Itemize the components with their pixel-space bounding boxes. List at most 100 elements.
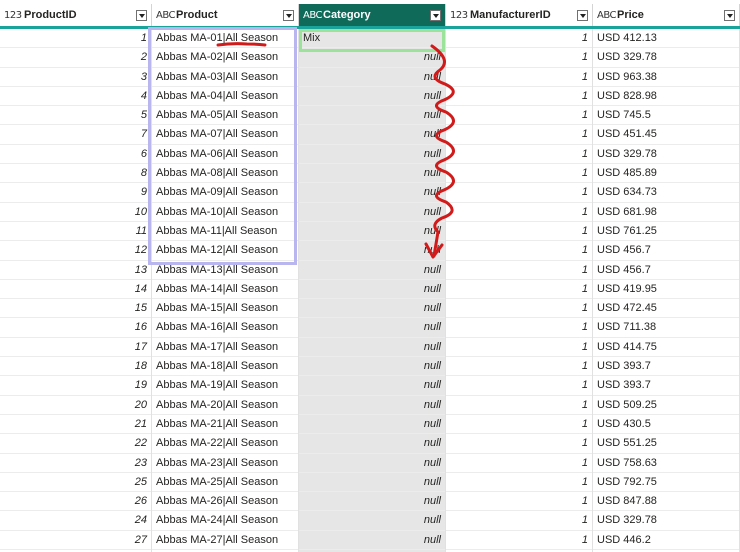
price-cell[interactable]: USD 430.5 xyxy=(593,415,739,435)
category-cell[interactable]: null xyxy=(299,125,445,145)
manufacturerid-cell[interactable]: 1 xyxy=(446,241,592,261)
manufacturerid-cell[interactable]: 1 xyxy=(446,318,592,338)
column-header-product[interactable]: ABC Product xyxy=(152,4,299,26)
productid-cell[interactable]: 15 xyxy=(0,299,151,319)
price-cell[interactable]: USD 681.98 xyxy=(593,203,739,222)
manufacturerid-cell[interactable]: 1 xyxy=(446,106,592,126)
category-cell[interactable]: null xyxy=(299,203,445,222)
filter-dropdown-icon[interactable] xyxy=(577,9,588,21)
manufacturerid-cell[interactable]: 1 xyxy=(446,338,592,358)
category-cell[interactable]: null xyxy=(299,415,445,435)
product-cell[interactable]: Abbas MA-19|All Season xyxy=(152,376,298,396)
manufacturerid-cell[interactable]: 1 xyxy=(446,531,592,551)
manufacturerid-cell[interactable]: 1 xyxy=(446,415,592,435)
price-cell[interactable]: USD 329.78 xyxy=(593,511,739,531)
product-cell[interactable]: Abbas MA-16|All Season xyxy=(152,318,298,338)
product-cell[interactable]: Abbas MA-23|All Season xyxy=(152,454,298,473)
text-type-icon[interactable]: ABC xyxy=(156,10,176,21)
filter-dropdown-icon[interactable] xyxy=(283,9,294,21)
manufacturerid-cell[interactable]: 1 xyxy=(446,299,592,319)
column-header-manufacturerid[interactable]: 123 ManufacturerID xyxy=(446,4,593,26)
manufacturerid-cell[interactable]: 1 xyxy=(446,68,592,87)
category-cell[interactable]: null xyxy=(299,87,445,107)
productid-cell[interactable]: 8 xyxy=(0,164,151,184)
manufacturerid-cell[interactable]: 1 xyxy=(446,125,592,145)
manufacturerid-cell[interactable]: 1 xyxy=(446,183,592,203)
price-cell[interactable]: USD 745.5 xyxy=(593,106,739,126)
product-cell[interactable]: Abbas MA-24|All Season xyxy=(152,511,298,531)
product-cell[interactable]: Abbas MA-14|All Season xyxy=(152,280,298,300)
text-type-icon[interactable]: ABC xyxy=(303,10,323,21)
productid-cell[interactable]: 23 xyxy=(0,454,151,473)
manufacturerid-cell[interactable]: 1 xyxy=(446,473,592,493)
price-cell[interactable]: USD 758.63 xyxy=(593,454,739,473)
product-cell[interactable]: Abbas MA-01|All Season xyxy=(152,29,298,49)
category-cell[interactable]: null xyxy=(299,511,445,531)
price-cell[interactable]: USD 963.38 xyxy=(593,68,739,87)
price-cell[interactable]: USD 509.25 xyxy=(593,396,739,415)
category-cell[interactable]: null xyxy=(299,338,445,358)
product-cell[interactable]: Abbas MA-10|All Season xyxy=(152,203,298,222)
product-cell[interactable]: Abbas MA-26|All Season xyxy=(152,492,298,512)
productid-cell[interactable]: 27 xyxy=(0,531,151,551)
manufacturerid-cell[interactable]: 1 xyxy=(446,376,592,396)
price-cell[interactable]: USD 792.75 xyxy=(593,473,739,493)
manufacturerid-cell[interactable]: 1 xyxy=(446,164,592,184)
productid-cell[interactable]: 3 xyxy=(0,68,151,87)
category-cell[interactable]: Mix xyxy=(299,29,445,49)
category-cell[interactable]: null xyxy=(299,280,445,300)
productid-cell[interactable]: 20 xyxy=(0,396,151,415)
price-cell[interactable]: USD 711.38 xyxy=(593,318,739,338)
price-cell[interactable]: USD 551.25 xyxy=(593,434,739,454)
productid-cell[interactable]: 18 xyxy=(0,357,151,377)
product-cell[interactable]: Abbas MA-13|All Season xyxy=(152,261,298,280)
whole-number-type-icon[interactable]: 123 xyxy=(4,10,24,21)
productid-cell[interactable]: 2 xyxy=(0,48,151,68)
price-cell[interactable]: USD 446.2 xyxy=(593,531,739,551)
whole-number-type-icon[interactable]: 123 xyxy=(450,10,470,21)
category-cell[interactable]: null xyxy=(299,376,445,396)
productid-cell[interactable]: 10 xyxy=(0,203,151,222)
category-cell[interactable]: null xyxy=(299,241,445,261)
price-cell[interactable]: USD 456.7 xyxy=(593,261,739,280)
price-cell[interactable]: USD 472.45 xyxy=(593,299,739,319)
manufacturerid-cell[interactable]: 1 xyxy=(446,261,592,280)
price-cell[interactable]: USD 329.78 xyxy=(593,145,739,165)
price-cell[interactable]: USD 847.88 xyxy=(593,492,739,512)
productid-cell[interactable]: 12 xyxy=(0,241,151,261)
category-cell[interactable]: null xyxy=(299,164,445,184)
manufacturerid-cell[interactable]: 1 xyxy=(446,222,592,242)
price-cell[interactable]: USD 634.73 xyxy=(593,183,739,203)
productid-cell[interactable]: 1 xyxy=(0,29,151,49)
productid-cell[interactable]: 9 xyxy=(0,183,151,203)
product-cell[interactable]: Abbas MA-17|All Season xyxy=(152,338,298,358)
product-cell[interactable]: Abbas MA-06|All Season xyxy=(152,145,298,165)
price-cell[interactable]: USD 828.98 xyxy=(593,87,739,107)
category-cell[interactable]: null xyxy=(299,318,445,338)
product-cell[interactable]: Abbas MA-12|All Season xyxy=(152,241,298,261)
manufacturerid-cell[interactable]: 1 xyxy=(446,29,592,49)
manufacturerid-cell[interactable]: 1 xyxy=(446,203,592,222)
productid-cell[interactable]: 17 xyxy=(0,338,151,358)
productid-cell[interactable]: 13 xyxy=(0,261,151,280)
product-cell[interactable]: Abbas MA-02|All Season xyxy=(152,48,298,68)
manufacturerid-cell[interactable]: 1 xyxy=(446,280,592,300)
column-header-price[interactable]: ABC Price xyxy=(593,4,740,26)
manufacturerid-cell[interactable]: 1 xyxy=(446,511,592,531)
price-cell[interactable]: USD 761.25 xyxy=(593,222,739,242)
product-cell[interactable]: Abbas MA-04|All Season xyxy=(152,87,298,107)
text-type-icon[interactable]: ABC xyxy=(597,10,617,21)
manufacturerid-cell[interactable]: 1 xyxy=(446,357,592,377)
category-cell[interactable]: null xyxy=(299,357,445,377)
product-cell[interactable]: Abbas MA-15|All Season xyxy=(152,299,298,319)
filter-dropdown-icon[interactable] xyxy=(724,9,735,21)
productid-cell[interactable]: 7 xyxy=(0,125,151,145)
manufacturerid-cell[interactable]: 1 xyxy=(446,434,592,454)
category-cell[interactable]: null xyxy=(299,68,445,87)
productid-cell[interactable]: 6 xyxy=(0,145,151,165)
category-cell[interactable]: null xyxy=(299,396,445,415)
product-cell[interactable]: Abbas MA-05|All Season xyxy=(152,106,298,126)
price-cell[interactable]: USD 419.95 xyxy=(593,280,739,300)
category-cell[interactable]: null xyxy=(299,145,445,165)
price-cell[interactable]: USD 414.75 xyxy=(593,338,739,358)
